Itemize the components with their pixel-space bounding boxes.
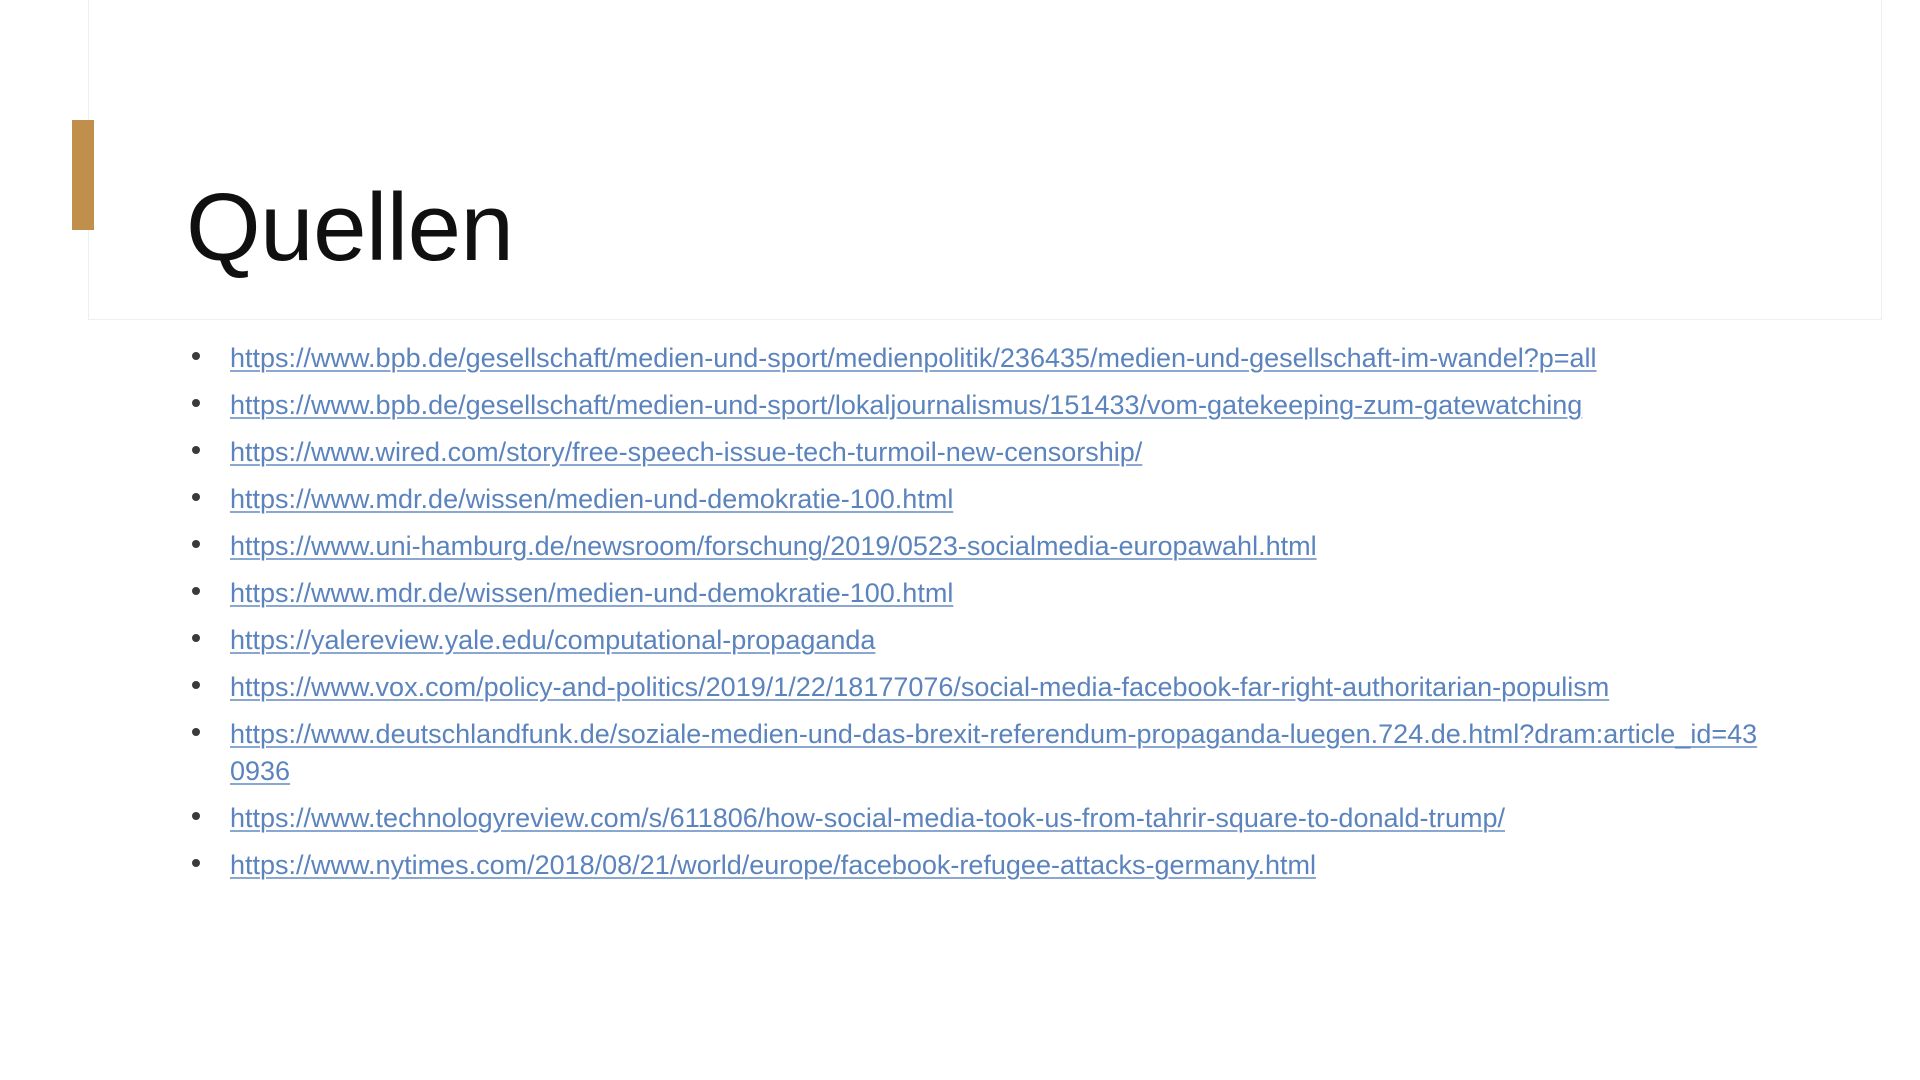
- source-link[interactable]: https://www.nytimes.com/2018/08/21/world…: [230, 850, 1316, 880]
- source-link[interactable]: https://www.mdr.de/wissen/medien-und-dem…: [230, 578, 953, 608]
- list-item: https://www.mdr.de/wissen/medien-und-dem…: [186, 481, 1846, 518]
- list-item: https://www.bpb.de/gesellschaft/medien-u…: [186, 340, 1846, 377]
- bullet-icon: [192, 812, 200, 820]
- list-item: https://www.technologyreview.com/s/61180…: [186, 800, 1846, 837]
- source-link[interactable]: https://www.bpb.de/gesellschaft/medien-u…: [230, 343, 1597, 373]
- list-item: https://www.nytimes.com/2018/08/21/world…: [186, 847, 1846, 884]
- bullet-icon: [192, 587, 200, 595]
- list-item: https://www.deutschlandfunk.de/soziale-m…: [186, 716, 1846, 790]
- bullet-icon: [192, 859, 200, 867]
- source-link[interactable]: https://www.deutschlandfunk.de/soziale-m…: [230, 716, 1770, 790]
- title-accent-bar: [72, 120, 94, 230]
- bullet-icon: [192, 352, 200, 360]
- page-title: Quellen: [186, 174, 514, 282]
- slide-canvas: Quellen https://www.bpb.de/gesellschaft/…: [0, 0, 1920, 1080]
- source-link[interactable]: https://yalereview.yale.edu/computationa…: [230, 625, 875, 655]
- list-item: https://www.mdr.de/wissen/medien-und-dem…: [186, 575, 1846, 612]
- bullet-icon: [192, 446, 200, 454]
- source-link[interactable]: https://www.technologyreview.com/s/61180…: [230, 803, 1505, 833]
- list-item: https://www.vox.com/policy-and-politics/…: [186, 669, 1846, 706]
- list-item: https://www.uni-hamburg.de/newsroom/fors…: [186, 528, 1846, 565]
- source-link[interactable]: https://www.mdr.de/wissen/medien-und-dem…: [230, 484, 953, 514]
- list-item: https://www.bpb.de/gesellschaft/medien-u…: [186, 387, 1846, 424]
- bullet-icon: [192, 681, 200, 689]
- source-link[interactable]: https://www.vox.com/policy-and-politics/…: [230, 669, 1609, 706]
- bullet-icon: [192, 634, 200, 642]
- bullet-icon: [192, 399, 200, 407]
- list-item: https://www.wired.com/story/free-speech-…: [186, 434, 1846, 471]
- bullet-icon: [192, 728, 200, 736]
- list-item: https://yalereview.yale.edu/computationa…: [186, 622, 1846, 659]
- source-link[interactable]: https://www.wired.com/story/free-speech-…: [230, 437, 1142, 467]
- bullet-icon: [192, 493, 200, 501]
- source-link[interactable]: https://www.bpb.de/gesellschaft/medien-u…: [230, 387, 1582, 424]
- sources-list: https://www.bpb.de/gesellschaft/medien-u…: [186, 340, 1846, 894]
- bullet-icon: [192, 540, 200, 548]
- source-link[interactable]: https://www.uni-hamburg.de/newsroom/fors…: [230, 531, 1317, 561]
